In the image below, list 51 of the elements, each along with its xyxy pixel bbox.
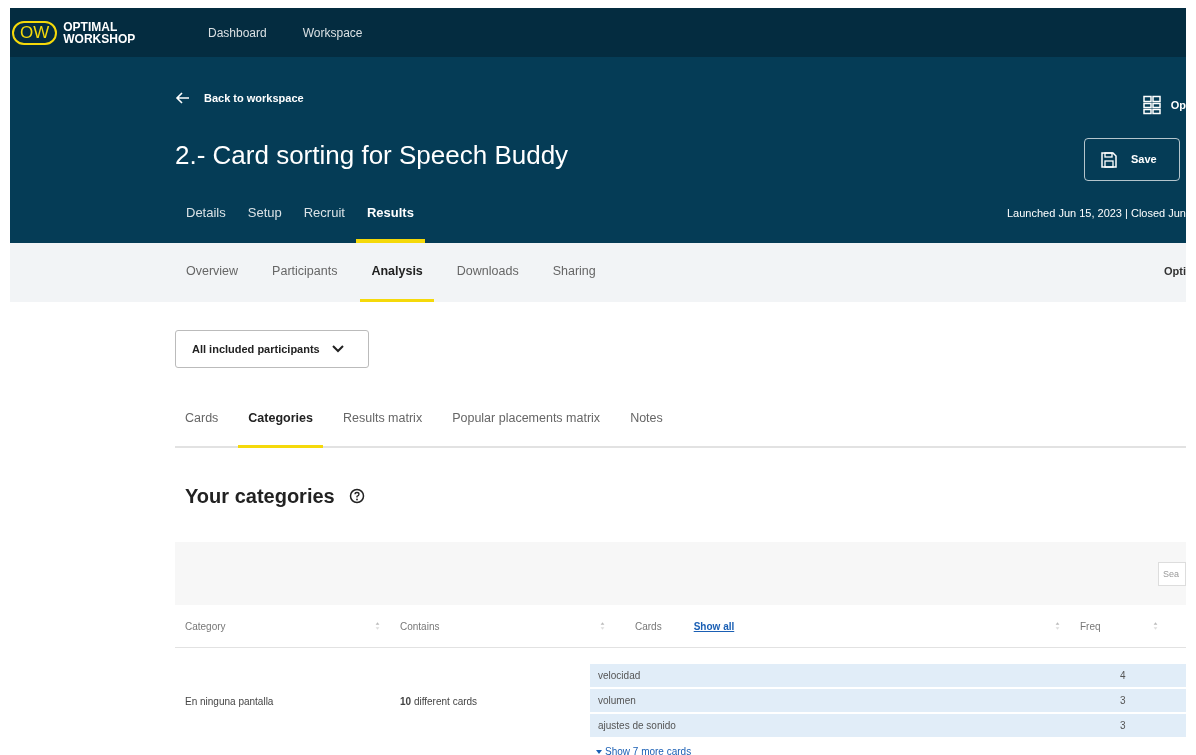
column-header[interactable]: Cards [635,618,662,634]
study-title: 2.- Card sorting for Speech Buddy [175,138,569,171]
table-cell-text: 10 different cards [400,695,478,709]
back-link[interactable]: Back to workspace [175,57,304,107]
chevron-down-icon [331,345,344,353]
sort-icon [600,621,605,631]
subpage-tab[interactable]: Sharing [541,243,607,302]
card-frequency: 3 [1120,694,1126,708]
grid-icon [1142,95,1161,115]
view-tab[interactable]: Notes [620,392,673,448]
view-tab[interactable]: Categories [238,392,323,448]
column-header[interactable]: Freq [1080,618,1101,634]
sort-icon [375,621,380,631]
project-tab[interactable]: Recruit [292,187,356,243]
caret-icon [596,749,602,754]
section-heading: Your categories [185,484,335,509]
study-status: Launched Jun 15, 2023 | Closed Jun [1007,206,1186,221]
nav-link[interactable]: Dashboard [208,23,267,42]
show-all-link[interactable]: Show all [693,618,735,634]
view-tab[interactable]: Cards [175,392,229,448]
sort-icon [1055,621,1060,631]
subpage-tab[interactable]: Downloads [445,243,530,302]
help-icon [348,488,365,504]
subpage-tab[interactable]: Analysis [360,243,434,302]
options-label[interactable]: Opti [1164,263,1186,280]
project-tab[interactable]: Setup [236,187,293,243]
sort-icon [1153,621,1158,631]
project-tab[interactable]: Details [175,187,237,243]
card-frequency: 3 [1120,719,1126,733]
card-frequency: 4 [1120,669,1126,683]
participant-dropdown[interactable]: All included participants [175,330,369,368]
subpage-tab[interactable]: Overview [175,243,250,302]
save-icon [1101,151,1117,168]
subpage-tab[interactable]: Participants [261,243,349,302]
arrow-left-icon [175,91,190,106]
view-tab[interactable]: Results matrix [332,392,433,448]
table-cell-text: En ninguna pantalla [185,695,274,709]
show-more-link[interactable]: Show 7 more cards [596,744,692,755]
save-button[interactable]: Save [1084,138,1180,181]
options-label[interactable]: Op [1170,96,1186,114]
logo-text: OPTIMAL [63,20,119,33]
logo-mark: OW [12,20,58,45]
card-name: velocidad [597,669,642,683]
card-name: ajustes de sonido [597,719,677,733]
view-tab[interactable]: Popular placements matrix [442,392,611,448]
card-name: volumen [597,694,637,708]
column-header[interactable]: Category [185,618,226,634]
search-field[interactable]: Sea [1158,561,1186,586]
nav-link[interactable]: Workspace [302,23,363,42]
column-header[interactable]: Contains [400,618,440,634]
logo-text: WORKSHOP [63,32,136,45]
